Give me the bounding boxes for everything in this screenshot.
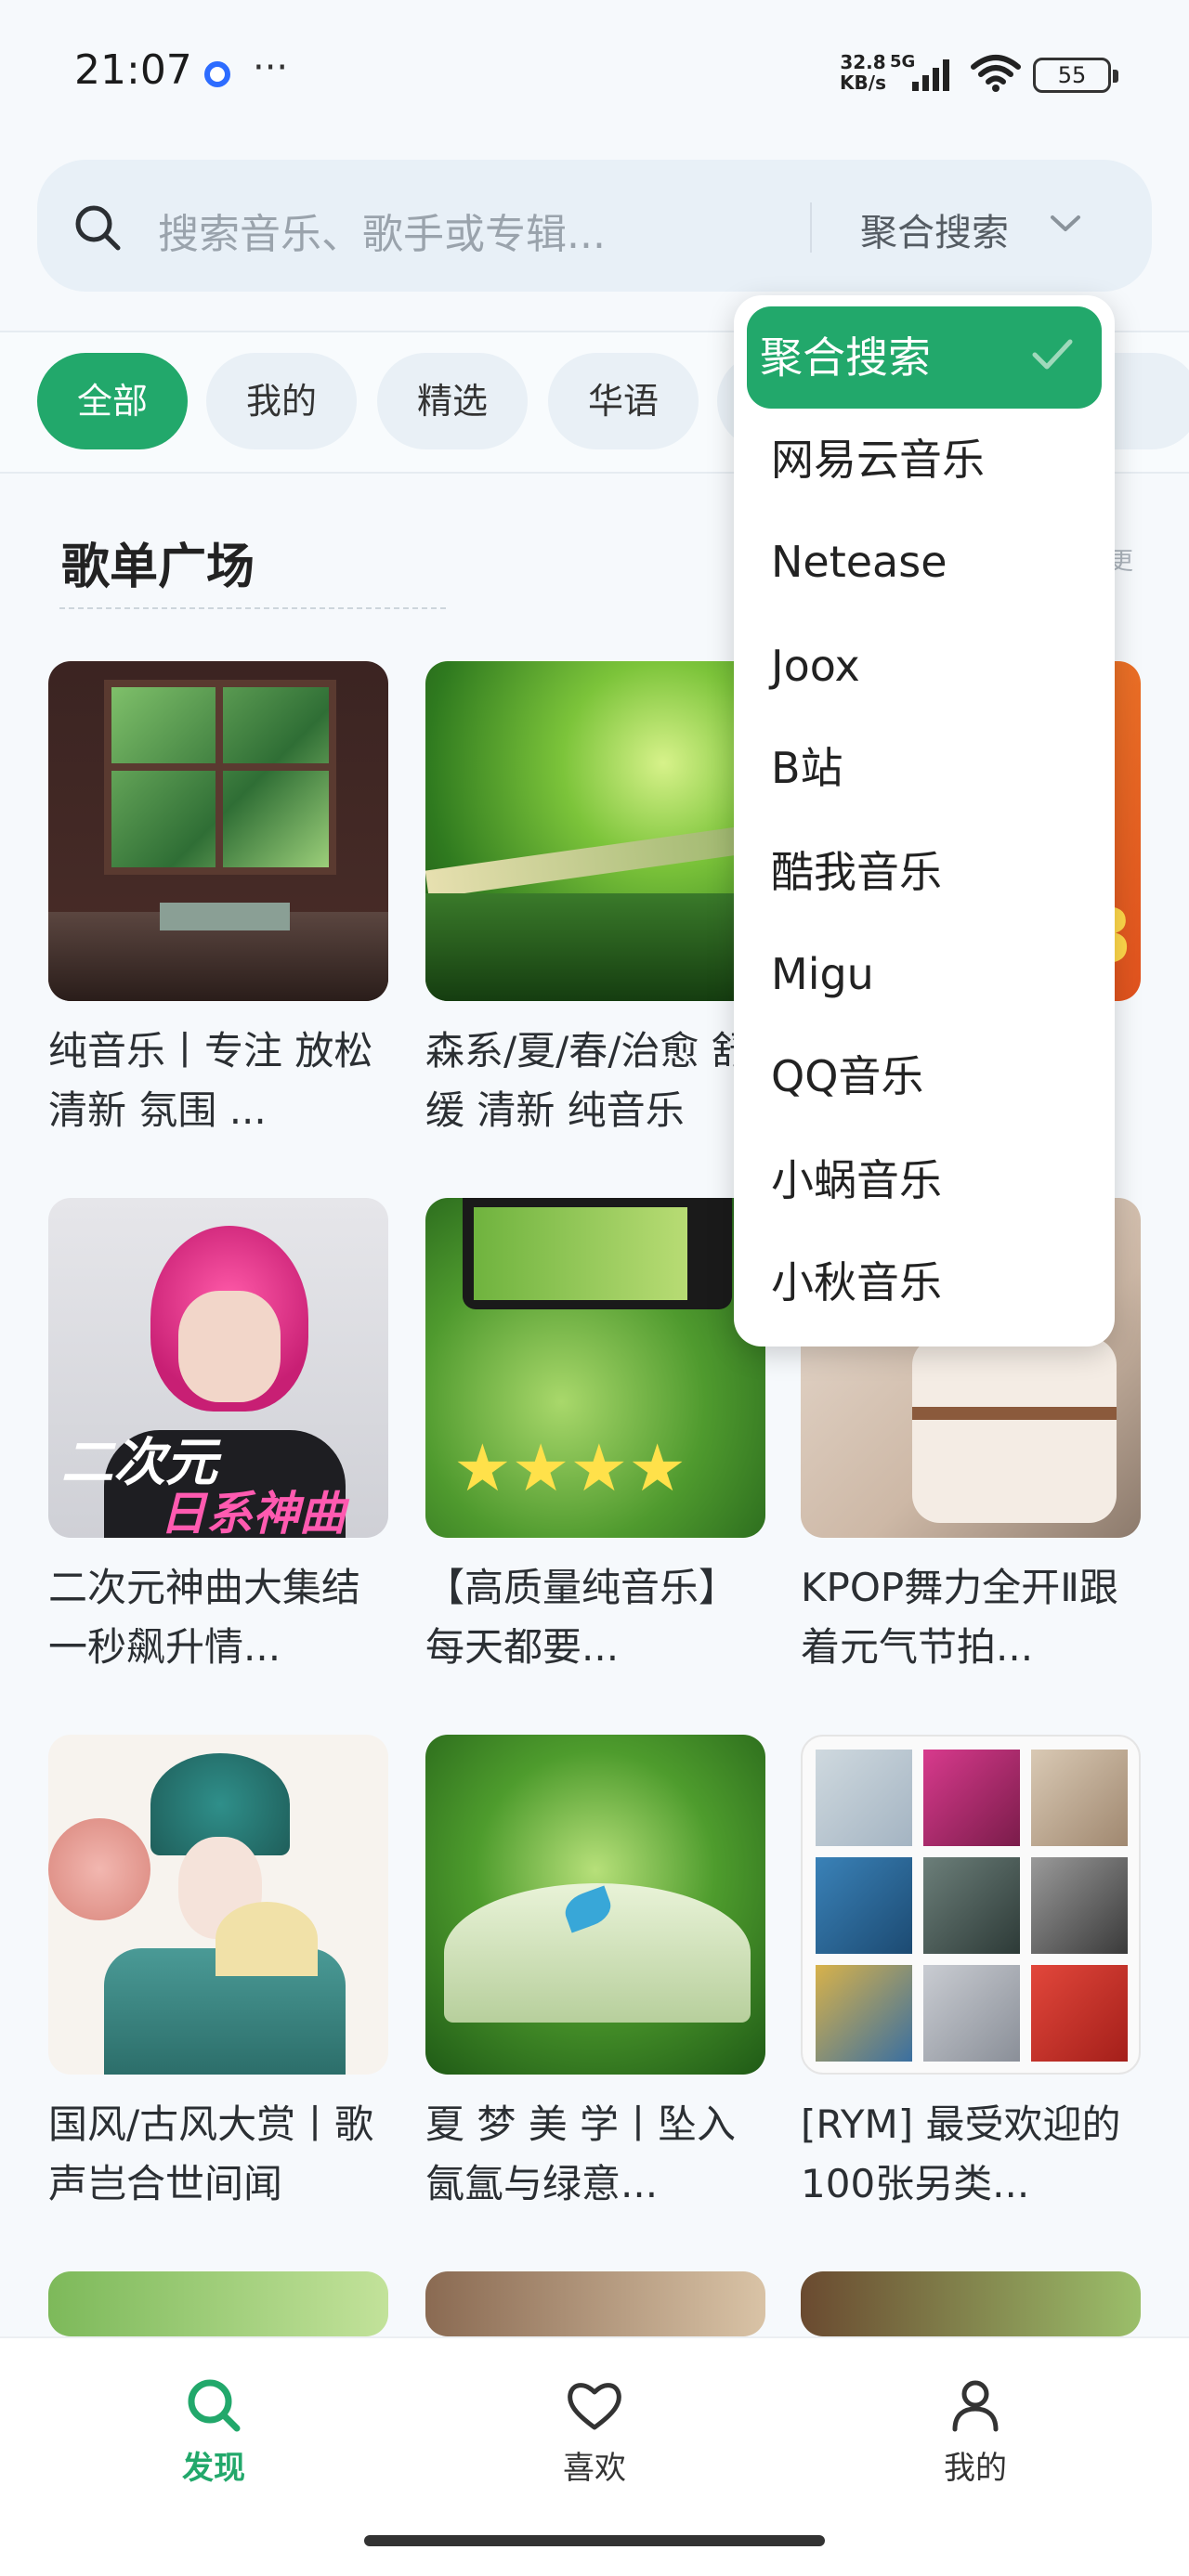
nav-profile[interactable]: 我的 [882,2375,1068,2488]
search-mode-selector[interactable]: 聚合搜索 [860,202,1009,256]
playlist-title[interactable]: [RYM] 最受欢迎的100张另类... [801,2095,1141,2214]
dropdown-item-bilibili[interactable]: B站 [734,717,1115,819]
chevron-down-icon[interactable] [1050,214,1081,234]
search-divider [810,202,812,253]
dropdown-item-migu[interactable]: Migu [734,923,1115,1025]
playlist-card[interactable]: 国风/古风大赏丨歌声岂合世间闻 [48,1735,388,2214]
dropdown-item-label: 小秋音乐 [771,1257,942,1308]
search-source-dropdown: 聚合搜索 网易云音乐 Netease Joox B站 酷我音乐 Migu QQ音… [734,295,1115,1347]
playlist-cover[interactable]: ★★★★ [425,1198,765,1538]
playlist-title[interactable]: KPOP舞力全开Ⅱ跟着元气节拍... [801,1558,1141,1677]
search-bar[interactable]: 搜索音乐、歌手或专辑... 聚合搜索 [37,160,1152,292]
playlist-card[interactable]: 森系/夏/春/治愈 舒缓 清新 纯音乐 [425,661,765,1140]
playlist-card[interactable]: 二次元 日系神曲 二次元神曲大集结 一秒飙升情... [48,1198,388,1677]
playlist-card[interactable] [48,2271,388,2336]
playlist-cover[interactable] [425,661,765,1001]
playlist-card[interactable] [801,2271,1141,2336]
dropdown-item-label: B站 [771,743,843,793]
dropdown-item-label: 网易云音乐 [771,435,985,485]
network-speed-value: 32.8 [840,51,886,73]
home-indicator[interactable] [364,2535,825,2546]
dropdown-item-kuwo[interactable]: 酷我音乐 [734,821,1115,923]
playlist-cover[interactable]: 二次元 日系神曲 [48,1198,388,1538]
nav-label: 喜欢 [563,2450,626,2487]
status-time: 21:07 [74,46,192,94]
nav-label: 发现 [182,2450,245,2487]
playlist-cover[interactable] [48,661,388,1001]
search-icon [188,2379,241,2432]
more-notifications-icon: ··· [253,46,289,89]
wifi-icon [971,55,1021,92]
dropdown-item-label: Joox [771,641,860,691]
section-title: 歌单广场 [61,540,255,595]
heart-icon [568,2383,621,2430]
playlist-title[interactable]: 国风/古风大赏丨歌声岂合世间闻 [48,2095,388,2214]
dropdown-item-label: 小蜗音乐 [771,1155,942,1205]
dropdown-item-netease-cn[interactable]: 网易云音乐 [734,409,1115,511]
playlist-cover[interactable] [801,2271,1141,2336]
tab-mine[interactable]: 我的 [206,353,357,449]
app-notification-icon [204,61,230,87]
playlist-card[interactable]: ★★★★ 【高质量纯音乐】每天都要... [425,1198,765,1677]
dropdown-item-joox[interactable]: Joox [734,615,1115,717]
person-icon [952,2380,999,2432]
playlist-cover[interactable] [48,1735,388,2075]
signal-icon [912,59,949,91]
playlist-cover[interactable] [425,2271,765,2336]
battery-icon: 55 [1033,58,1118,93]
playlist-cover[interactable] [425,1735,765,2075]
tab-featured[interactable]: 精选 [377,353,528,449]
nav-label: 我的 [944,2450,1007,2487]
playlist-cover[interactable] [801,1735,1141,2075]
playlist-card[interactable]: 夏 梦 美 学丨坠入氤氲与绿意... [425,1735,765,2214]
playlist-title[interactable]: 【高质量纯音乐】每天都要... [425,1558,765,1677]
status-bar: 21:07 ··· 32.8 KB/s 5G 55 [0,0,1189,149]
search-icon [75,205,121,251]
playlist-card[interactable]: 纯音乐丨专注 放松 清新 氛围 ... [48,661,388,1140]
cover-overlay-text-2: 日系神曲 [160,1487,346,1538]
dropdown-item-qq[interactable]: QQ音乐 [734,1025,1115,1127]
nav-discover[interactable]: 发现 [121,2375,307,2488]
nav-favorites[interactable]: 喜欢 [502,2375,687,2488]
playlist-cover[interactable] [48,2271,388,2336]
section-underline [59,607,446,609]
network-speed-unit: KB/s [840,72,886,94]
dropdown-item-label: QQ音乐 [771,1051,924,1101]
dropdown-item-label: 聚合搜索 [760,332,931,383]
playlist-card[interactable] [425,2271,765,2336]
playlist-title[interactable]: 森系/夏/春/治愈 舒缓 清新 纯音乐 [425,1021,765,1140]
dropdown-item-aggregate[interactable]: 聚合搜索 [747,306,1102,409]
playlist-card[interactable]: [RYM] 最受欢迎的100张另类... [801,1735,1141,2214]
dropdown-item-xiaowo[interactable]: 小蜗音乐 [734,1129,1115,1231]
dropdown-item-netease[interactable]: Netease [734,511,1115,613]
playlist-title[interactable]: 纯音乐丨专注 放松 清新 氛围 ... [48,1021,388,1140]
network-speed: 32.8 KB/s [832,52,894,93]
playlist-title[interactable]: 二次元神曲大集结 一秒飙升情... [48,1558,388,1677]
dropdown-item-xiaoqiu[interactable]: 小秋音乐 [734,1231,1115,1334]
tab-chinese[interactable]: 华语 [548,353,699,449]
dropdown-item-label: 酷我音乐 [771,847,942,897]
check-icon [1032,339,1073,370]
tab-all[interactable]: 全部 [37,353,188,449]
dropdown-item-label: Migu [771,949,874,999]
playlist-title[interactable]: 夏 梦 美 学丨坠入氤氲与绿意... [425,2095,765,2214]
search-input[interactable]: 搜索音乐、歌手或专辑... [158,201,606,260]
dropdown-item-label: Netease [771,537,947,587]
